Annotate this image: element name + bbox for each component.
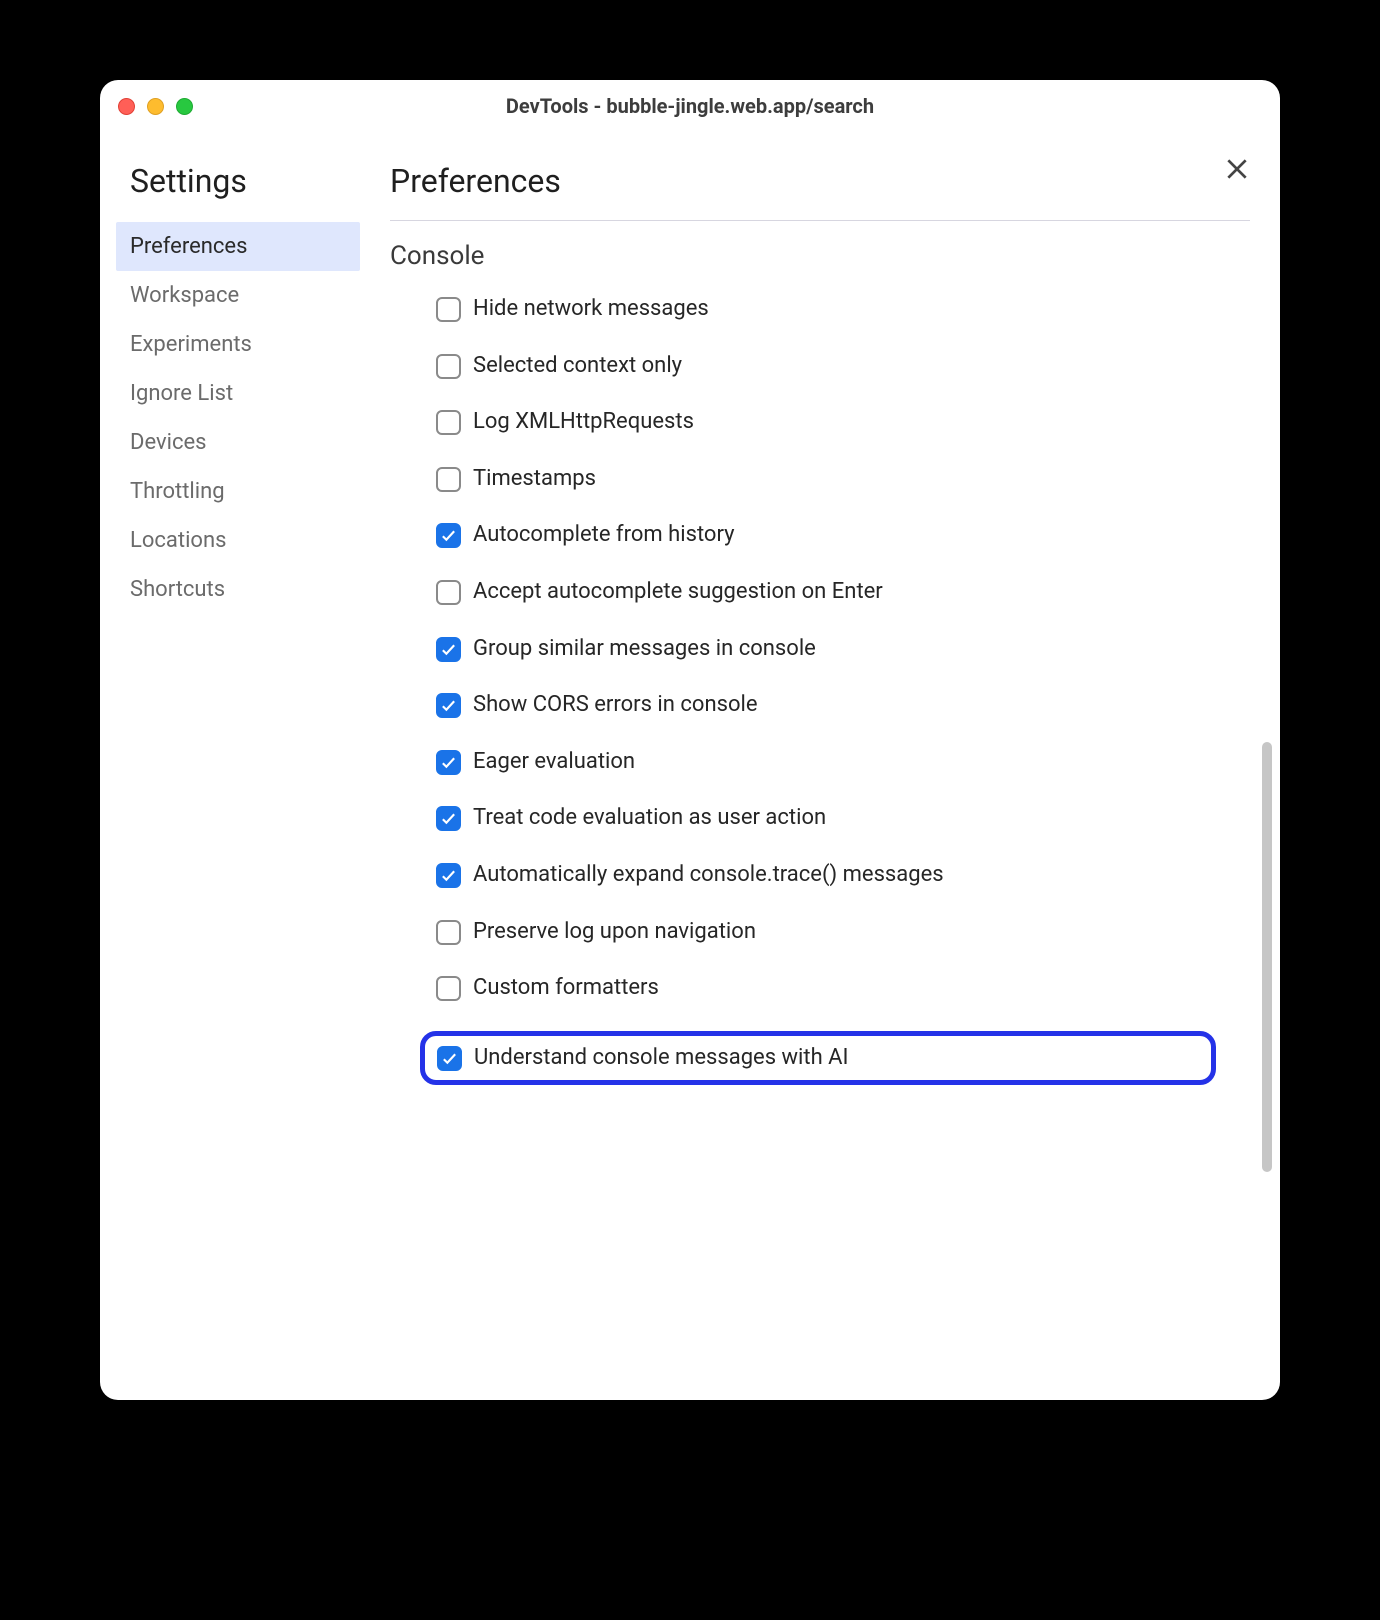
panel-divider bbox=[390, 220, 1250, 221]
option-row: Custom formatters bbox=[436, 974, 1200, 1003]
devtools-window: DevTools - bubble-jingle.web.app/search … bbox=[100, 80, 1280, 1400]
sidebar-item-shortcuts[interactable]: Shortcuts bbox=[116, 565, 360, 614]
option-row: Group similar messages in console bbox=[436, 635, 1200, 664]
sidebar-item-devices[interactable]: Devices bbox=[116, 418, 360, 467]
scrollbar-track[interactable] bbox=[1262, 252, 1272, 1400]
option-label: Eager evaluation bbox=[473, 748, 635, 777]
option-label: Group similar messages in console bbox=[473, 635, 816, 664]
minimize-window-button[interactable] bbox=[147, 98, 164, 115]
option-checkbox[interactable] bbox=[436, 354, 461, 379]
sidebar-item-label: Shortcuts bbox=[130, 577, 225, 602]
sidebar-item-experiments[interactable]: Experiments bbox=[116, 320, 360, 369]
option-label: Log XMLHttpRequests bbox=[473, 408, 694, 437]
check-icon bbox=[440, 527, 457, 544]
sidebar-item-label: Devices bbox=[130, 430, 207, 455]
sidebar-item-label: Preferences bbox=[130, 234, 247, 259]
check-icon bbox=[440, 810, 457, 827]
option-label: Selected context only bbox=[473, 352, 682, 381]
check-icon bbox=[440, 867, 457, 884]
traffic-lights bbox=[118, 98, 193, 115]
option-label: Timestamps bbox=[473, 465, 596, 494]
option-row: Autocomplete from history bbox=[436, 521, 1200, 550]
titlebar: DevTools - bubble-jingle.web.app/search bbox=[100, 80, 1280, 132]
option-row: Preserve log upon navigation bbox=[436, 918, 1200, 947]
option-checkbox[interactable] bbox=[436, 976, 461, 1001]
option-row: Selected context only bbox=[436, 352, 1200, 381]
option-checkbox[interactable] bbox=[436, 637, 461, 662]
option-row: Eager evaluation bbox=[436, 748, 1200, 777]
option-label: Custom formatters bbox=[473, 974, 659, 1003]
option-label: Preserve log upon navigation bbox=[473, 918, 756, 947]
option-checkbox[interactable] bbox=[436, 523, 461, 548]
option-label: Show CORS errors in console bbox=[473, 691, 758, 720]
option-checkbox[interactable] bbox=[436, 920, 461, 945]
option-checkbox[interactable] bbox=[436, 863, 461, 888]
sidebar-item-ignore-list[interactable]: Ignore List bbox=[116, 369, 360, 418]
sidebar-item-locations[interactable]: Locations bbox=[116, 516, 360, 565]
close-panel-button[interactable] bbox=[1224, 156, 1250, 186]
option-checkbox[interactable] bbox=[436, 806, 461, 831]
option-row: Accept autocomplete suggestion on Enter bbox=[436, 578, 1200, 607]
option-checkbox[interactable] bbox=[436, 297, 461, 322]
scrollbar-thumb[interactable] bbox=[1262, 742, 1272, 1172]
fullscreen-window-button[interactable] bbox=[176, 98, 193, 115]
panel-title: Preferences bbox=[390, 162, 1250, 200]
sidebar-item-throttling[interactable]: Throttling bbox=[116, 467, 360, 516]
check-icon bbox=[441, 1050, 458, 1067]
sidebar-item-label: Throttling bbox=[130, 479, 225, 504]
option-checkbox[interactable] bbox=[436, 580, 461, 605]
option-checkbox[interactable] bbox=[437, 1046, 462, 1071]
option-label: Understand console messages with AI bbox=[474, 1044, 849, 1073]
console-options-list: Hide network messages Selected context on… bbox=[390, 295, 1250, 1085]
sidebar-item-label: Experiments bbox=[130, 332, 252, 357]
sidebar-item-preferences[interactable]: Preferences bbox=[116, 222, 360, 271]
sidebar-item-label: Locations bbox=[130, 528, 226, 553]
close-icon bbox=[1224, 156, 1250, 182]
option-checkbox[interactable] bbox=[436, 693, 461, 718]
content-area: Settings Preferences Workspace Experiments… bbox=[100, 132, 1280, 1400]
option-checkbox[interactable] bbox=[436, 750, 461, 775]
option-row: Hide network messages bbox=[436, 295, 1200, 324]
close-window-button[interactable] bbox=[118, 98, 135, 115]
option-label: Accept autocomplete suggestion on Enter bbox=[473, 578, 883, 607]
option-row: Show CORS errors in console bbox=[436, 691, 1200, 720]
option-row: Treat code evaluation as user action bbox=[436, 804, 1200, 833]
option-label: Autocomplete from history bbox=[473, 521, 735, 550]
check-icon bbox=[440, 641, 457, 658]
sidebar-item-label: Ignore List bbox=[130, 381, 233, 406]
option-row: Timestamps bbox=[436, 465, 1200, 494]
preferences-panel: Preferences Console Hide network message… bbox=[360, 132, 1280, 1400]
option-label: Treat code evaluation as user action bbox=[473, 804, 826, 833]
option-row: Log XMLHttpRequests bbox=[436, 408, 1200, 437]
option-row: Automatically expand console.trace() mes… bbox=[436, 861, 1200, 890]
sidebar-item-label: Workspace bbox=[130, 283, 239, 308]
sidebar-item-workspace[interactable]: Workspace bbox=[116, 271, 360, 320]
option-row: Understand console messages with AI bbox=[420, 1031, 1216, 1086]
option-checkbox[interactable] bbox=[436, 467, 461, 492]
window-title: DevTools - bubble-jingle.web.app/search bbox=[100, 94, 1280, 118]
sidebar-title: Settings bbox=[116, 162, 360, 200]
check-icon bbox=[440, 754, 457, 771]
section-header-console: Console bbox=[390, 241, 1250, 271]
option-label: Hide network messages bbox=[473, 295, 709, 324]
settings-sidebar: Settings Preferences Workspace Experiments… bbox=[100, 132, 360, 1400]
check-icon bbox=[440, 697, 457, 714]
option-checkbox[interactable] bbox=[436, 410, 461, 435]
option-label: Automatically expand console.trace() mes… bbox=[473, 861, 944, 890]
